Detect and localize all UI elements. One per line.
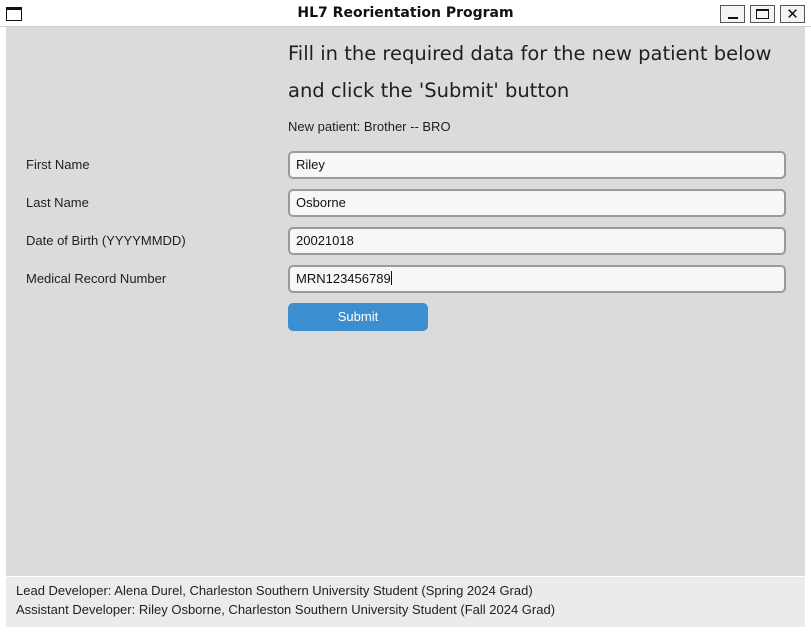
- mrn-label: Medical Record Number: [26, 271, 167, 286]
- minimize-button[interactable]: [720, 5, 745, 23]
- first-name-value: Riley: [296, 157, 325, 172]
- first-name-label: First Name: [26, 157, 90, 172]
- last-name-input[interactable]: Osborne: [288, 189, 786, 217]
- close-button[interactable]: ✕: [780, 5, 805, 23]
- instructions: Fill in the required data for the new pa…: [288, 35, 798, 109]
- first-name-input[interactable]: Riley: [288, 151, 786, 179]
- dob-input[interactable]: 20021018: [288, 227, 786, 255]
- submit-button[interactable]: Submit: [288, 303, 428, 331]
- instructions-line-1: Fill in the required data for the new pa…: [288, 42, 772, 65]
- maximize-button[interactable]: [750, 5, 775, 23]
- instructions-line-2: and click the 'Submit' button: [288, 79, 570, 102]
- text-cursor: [390, 271, 392, 285]
- form-panel: Fill in the required data for the new pa…: [6, 27, 805, 576]
- credits-footer: Lead Developer: Alena Durel, Charleston …: [6, 577, 805, 627]
- mrn-input[interactable]: MRN123456789: [288, 265, 786, 293]
- dob-label: Date of Birth (YYYYMMDD): [26, 233, 186, 248]
- mrn-value: MRN123456789: [296, 271, 391, 286]
- close-icon: ✕: [786, 4, 799, 23]
- app-window: HL7 Reorientation Program ✕ Fill in the …: [0, 0, 811, 634]
- dob-value: 20021018: [296, 233, 354, 248]
- lead-developer-credit: Lead Developer: Alena Durel, Charleston …: [16, 583, 533, 598]
- last-name-label: Last Name: [26, 195, 89, 210]
- maximize-icon: [756, 9, 769, 19]
- last-name-value: Osborne: [296, 195, 346, 210]
- title-bar[interactable]: HL7 Reorientation Program ✕: [0, 0, 811, 27]
- minimize-icon: [727, 17, 738, 19]
- assistant-developer-credit: Assistant Developer: Riley Osborne, Char…: [16, 602, 556, 617]
- new-patient-label: New patient: Brother -- BRO: [288, 119, 451, 134]
- window-title: HL7 Reorientation Program: [297, 5, 514, 21]
